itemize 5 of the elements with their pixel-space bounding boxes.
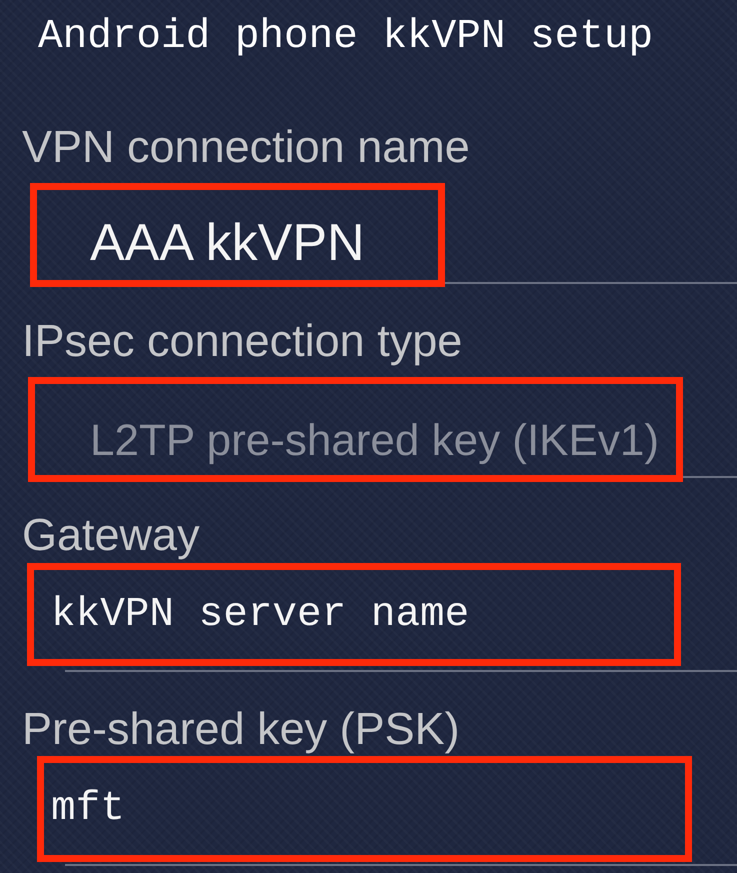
- field-label: Pre-shared key (PSK): [22, 703, 460, 755]
- field-label: VPN connection name: [22, 121, 470, 173]
- field-label: Gateway: [22, 509, 200, 561]
- field-label: IPsec connection type: [22, 315, 462, 367]
- page-title: Android phone kkVPN setup: [38, 13, 654, 61]
